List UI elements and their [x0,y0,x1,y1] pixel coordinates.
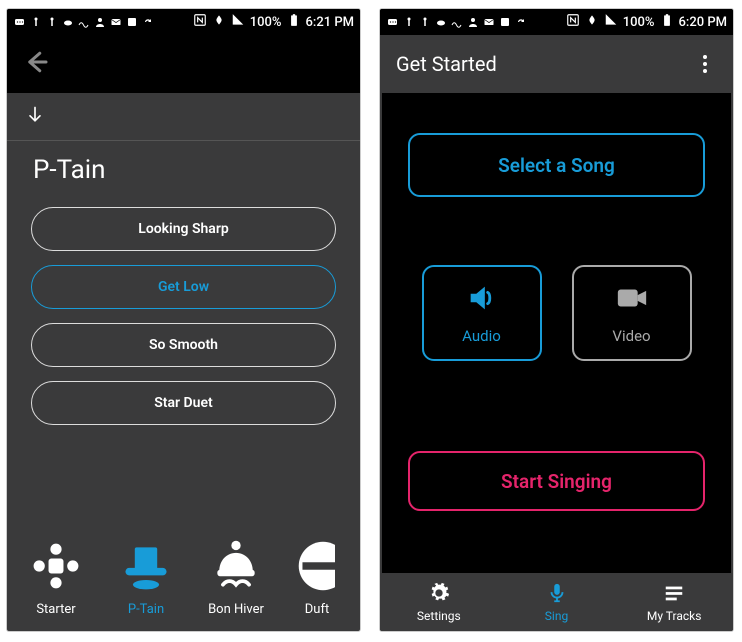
gear-icon [428,582,450,607]
voice-label: Starter [36,602,75,617]
wifi-icon [585,13,599,31]
camera-icon [615,281,649,319]
effect-list: Looking Sharp Get Low So Smooth Star Due… [7,199,360,425]
mode-label: Audio [462,327,501,345]
effect-get-low[interactable]: Get Low [31,265,336,309]
nav-sing[interactable]: Sing [498,573,616,631]
back-button[interactable] [21,47,51,81]
start-singing-button[interactable]: Start Singing [408,451,705,511]
video-mode-button[interactable]: Video [572,265,692,361]
main-content: Select a Song Audio Video Start Sing [382,93,731,573]
voice-duft[interactable]: Duft [281,538,335,617]
voice-carousel[interactable]: Starter P-Tain Bon Hiver Duft [7,528,360,631]
battery-icon [660,13,674,31]
battery-icon [287,13,301,31]
mic-icon [546,582,568,607]
voice-ptain[interactable]: P-Tain [101,538,191,617]
status-bar: 100% 6:21 PM [7,9,360,35]
notif-icon [13,16,26,29]
topbar: Get Started [380,35,733,93]
nav-settings[interactable]: Settings [380,573,498,631]
voice-label: Duft [305,602,329,617]
key-icon [418,16,431,29]
topbar [7,35,360,93]
nfc-icon [193,13,207,31]
select-song-label: Select a Song [498,154,615,177]
status-bar: 100% 6:20 PM [380,9,733,35]
battery-pct: 100% [250,15,282,30]
key-icon [45,16,58,29]
cloud-icon [434,16,447,29]
effect-looking-sharp[interactable]: Looking Sharp [31,207,336,251]
clock: 6:21 PM [306,15,355,30]
waves-icon [77,16,90,29]
overflow-menu-button[interactable] [693,55,717,73]
voice-bon-hiver[interactable]: Bon Hiver [191,538,281,617]
nfc-icon [566,13,580,31]
beanie-icon [208,538,264,594]
effect-label: Star Duet [154,395,212,411]
cloud-icon [61,16,74,29]
voice-starter[interactable]: Starter [11,538,101,617]
audio-mode-button[interactable]: Audio [422,265,542,361]
nav-label: Settings [417,609,461,623]
status-right: 100% 6:21 PM [193,13,354,31]
battery-pct: 100% [623,15,655,30]
nav-label: Sing [545,609,568,623]
phone-left: 100% 6:21 PM P-Tain Looking Sharp Get Lo… [6,8,361,632]
square-icon [125,16,138,29]
page-title: Get Started [396,52,497,76]
waves-icon [450,16,463,29]
effect-label: Get Low [158,279,209,295]
effect-so-smooth[interactable]: So Smooth [31,323,336,367]
starter-icon [28,538,84,594]
square-icon [498,16,511,29]
bottom-nav: Settings Sing My Tracks [380,573,733,631]
wifi-icon [212,13,226,31]
effect-label: So Smooth [149,337,218,353]
status-right: 100% 6:20 PM [566,13,727,31]
sync-icon [141,16,154,29]
helmet-icon [295,538,335,594]
signal-icon [231,13,245,31]
phone-right: 100% 6:20 PM Get Started Select a Song [379,8,734,632]
signal-icon [604,13,618,31]
voice-label: P-Tain [128,602,164,617]
key-icon [29,16,42,29]
status-left-icons [13,16,154,29]
arrow-down-icon [25,105,45,129]
notif-icon [386,16,399,29]
collapse-bar[interactable] [7,93,360,141]
effect-star-duet[interactable]: Star Duet [31,381,336,425]
mode-row: Audio Video [422,265,692,361]
voice-title: P-Tain [7,141,360,199]
tophat-icon [118,538,174,594]
mail-icon [482,16,495,29]
nav-label: My Tracks [647,609,702,623]
clock: 6:20 PM [679,15,728,30]
person-icon [466,16,479,29]
effect-label: Looking Sharp [138,221,229,237]
person-icon [93,16,106,29]
key-icon [402,16,415,29]
list-icon [663,582,685,607]
speaker-icon [465,281,499,319]
start-label: Start Singing [501,470,612,493]
select-song-button[interactable]: Select a Song [408,133,705,197]
mode-label: Video [612,327,650,345]
nav-mytracks[interactable]: My Tracks [615,573,733,631]
mail-icon [109,16,122,29]
status-left-icons [386,16,527,29]
sync-icon [514,16,527,29]
voice-label: Bon Hiver [208,602,264,617]
